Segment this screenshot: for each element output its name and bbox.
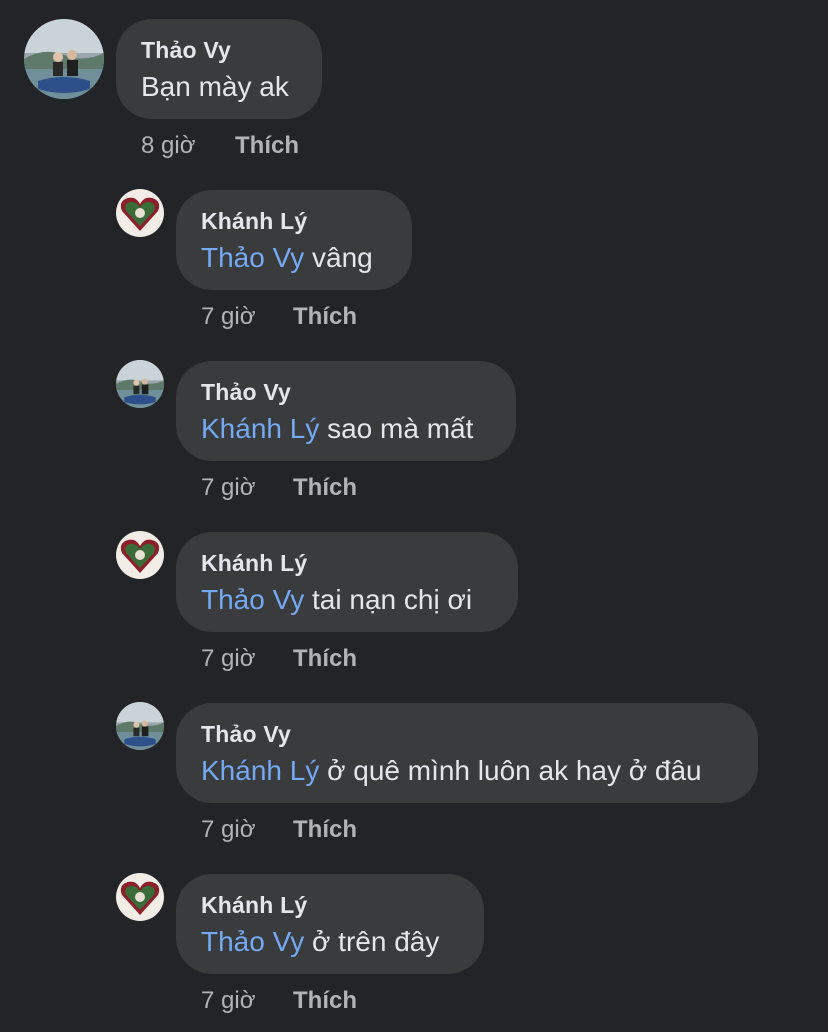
reply-item: Thảo Vy Khánh Lý sao mà mất 7 giờ Thích xyxy=(0,342,828,512)
avatar[interactable] xyxy=(116,531,164,579)
comment-text: Thảo Vy tai nạn chị ơi xyxy=(201,584,472,616)
comment-body: Bạn mày ak xyxy=(141,71,289,102)
comment-body: sao mà mất xyxy=(327,413,474,444)
khanh-ly-avatar-image xyxy=(116,531,164,579)
comment-text: Khánh Lý ở quê mình luôn ak hay ở đâu xyxy=(201,755,702,787)
comment-author[interactable]: Thảo Vy xyxy=(201,721,291,748)
comment-bubble: Khánh Lý Thảo Vy ở trên đây xyxy=(176,874,484,974)
avatar[interactable] xyxy=(116,702,164,750)
thao-vy-avatar-image xyxy=(116,360,164,408)
comment-author[interactable]: Thảo Vy xyxy=(201,379,291,406)
comment-author[interactable]: Khánh Lý xyxy=(201,208,307,235)
comment-bubble: Thảo Vy Bạn mày ak xyxy=(116,19,322,119)
comment-item: Thảo Vy Bạn mày ak 8 giờ Thích xyxy=(0,0,828,170)
thao-vy-avatar-image xyxy=(116,702,164,750)
comment-text: Khánh Lý sao mà mất xyxy=(201,413,473,445)
comment-text: Thảo Vy ở trên đây xyxy=(201,926,439,958)
like-button[interactable]: Thích xyxy=(293,645,357,673)
comment-body: ở trên đây xyxy=(312,926,440,957)
comment-author[interactable]: Khánh Lý xyxy=(201,550,307,577)
comment-time: 7 giờ xyxy=(201,987,256,1014)
comment-body: tai nạn chị ơi xyxy=(312,584,473,615)
reply-item: Khánh Lý Thảo Vy ở trên đây 7 giờ Thích xyxy=(0,855,828,1025)
reply-item: Khánh Lý Thảo Vy tai nạn chị ơi 7 giờ Th… xyxy=(0,513,828,683)
reply-item: Thảo Vy Khánh Lý ở quê mình luôn ak hay … xyxy=(0,684,828,854)
comment-text: Bạn mày ak xyxy=(141,71,289,103)
mention-link[interactable]: Thảo Vy xyxy=(201,926,304,957)
mention-link[interactable]: Thảo Vy xyxy=(201,242,304,273)
like-button[interactable]: Thích xyxy=(293,303,357,331)
comment-time: 8 giờ xyxy=(141,132,196,159)
mention-link[interactable]: Thảo Vy xyxy=(201,584,304,615)
mention-link[interactable]: Khánh Lý xyxy=(201,755,319,786)
comment-time: 7 giờ xyxy=(201,303,256,330)
comment-body: vâng xyxy=(312,242,373,273)
mention-link[interactable]: Khánh Lý xyxy=(201,413,319,444)
thao-vy-avatar-image xyxy=(24,19,104,99)
avatar[interactable] xyxy=(116,360,164,408)
comment-bubble: Khánh Lý Thảo Vy tai nạn chị ơi xyxy=(176,532,518,632)
comment-time: 7 giờ xyxy=(201,645,256,672)
comment-time: 7 giờ xyxy=(201,474,256,501)
reply-item: Khánh Lý Thảo Vy vâng 7 giờ Thích xyxy=(0,171,828,341)
comment-time: 7 giờ xyxy=(201,816,256,843)
avatar[interactable] xyxy=(24,19,104,99)
avatar[interactable] xyxy=(116,189,164,237)
comment-bubble: Thảo Vy Khánh Lý ở quê mình luôn ak hay … xyxy=(176,703,758,803)
comment-author[interactable]: Thảo Vy xyxy=(141,37,231,64)
like-button[interactable]: Thích xyxy=(293,816,357,844)
khanh-ly-avatar-image xyxy=(116,189,164,237)
comment-bubble: Khánh Lý Thảo Vy vâng xyxy=(176,190,412,290)
comment-text: Thảo Vy vâng xyxy=(201,242,373,274)
comment-bubble: Thảo Vy Khánh Lý sao mà mất xyxy=(176,361,516,461)
comment-author[interactable]: Khánh Lý xyxy=(201,892,307,919)
like-button[interactable]: Thích xyxy=(293,987,357,1015)
khanh-ly-avatar-image xyxy=(116,873,164,921)
avatar[interactable] xyxy=(116,873,164,921)
like-button[interactable]: Thích xyxy=(235,132,299,160)
like-button[interactable]: Thích xyxy=(293,474,357,502)
comment-body: ở quê mình luôn ak hay ở đâu xyxy=(327,755,702,786)
